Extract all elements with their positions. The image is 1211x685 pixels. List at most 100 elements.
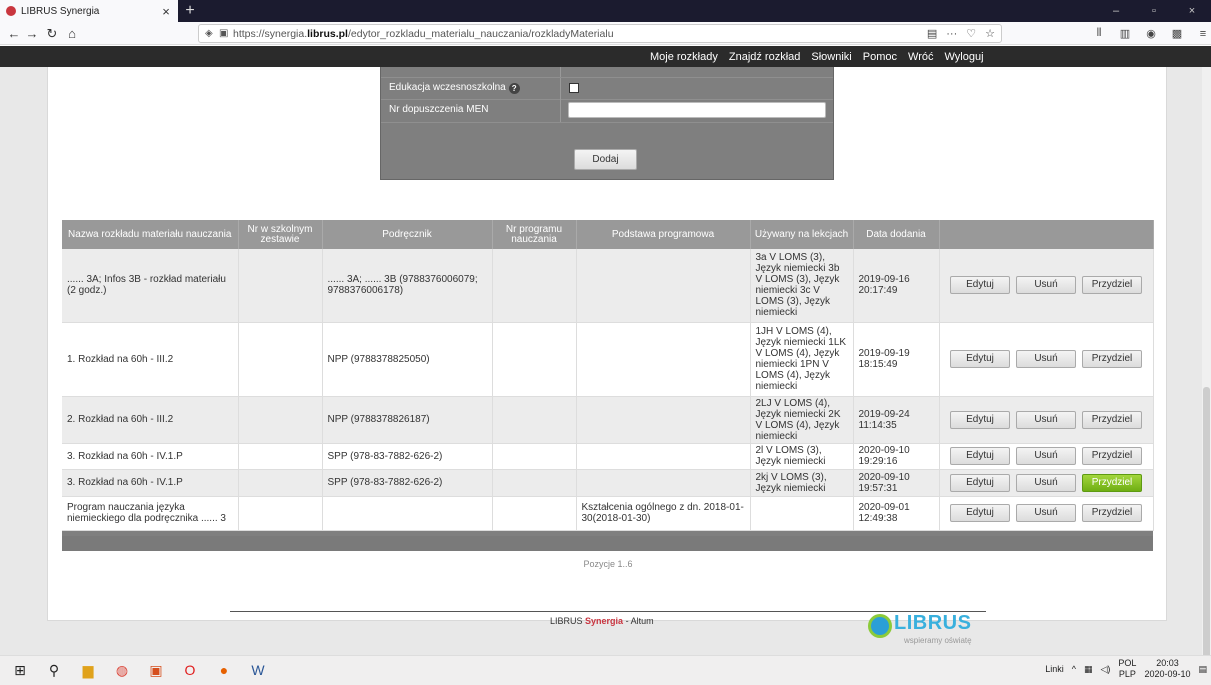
- browser-tab[interactable]: LIBRUS Synergia ×: [0, 0, 178, 22]
- assign-button[interactable]: Przydziel: [1082, 276, 1142, 295]
- page-scrollbar[interactable]: [1202, 67, 1211, 655]
- assign-button[interactable]: Przydziel: [1082, 350, 1142, 368]
- row-curriculum: [576, 443, 751, 470]
- maximize-button[interactable]: ▫: [1135, 0, 1173, 22]
- edit-button[interactable]: Edytuj: [950, 504, 1010, 522]
- row-date: 2019-09-19 18:15:49: [853, 322, 940, 397]
- assign-button[interactable]: Przydziel: [1082, 447, 1142, 465]
- delete-button[interactable]: Usuń: [1016, 447, 1076, 465]
- sidebar-icon[interactable]: ▥: [1116, 27, 1134, 40]
- network-icon[interactable]: ▦: [1084, 664, 1093, 675]
- edit-button[interactable]: Edytuj: [950, 410, 1010, 429]
- word-icon[interactable]: W: [250, 662, 266, 678]
- notifications-icon[interactable]: ▤: [1198, 664, 1207, 675]
- row-set-number: [238, 443, 323, 470]
- menu-item-moje-rozklady[interactable]: Moje rozkłady: [650, 51, 718, 63]
- firefox-icon[interactable]: ●: [216, 662, 232, 678]
- account-icon[interactable]: ◉: [1142, 27, 1160, 40]
- table-row: 3. Rozkład na 60h - IV.1.P SPP (978-83-78…: [62, 469, 1154, 497]
- assign-button[interactable]: Przydziel: [1082, 410, 1142, 429]
- row-name: 2. Rozkład na 60h - III.2: [62, 396, 239, 444]
- form-row-edukacja: Edukacja wczesnoszkolna?: [381, 78, 833, 99]
- new-tab-button[interactable]: +: [182, 1, 198, 21]
- table-row: 2. Rozkład na 60h - III.2 NPP (9788378826…: [62, 396, 1154, 444]
- top-menu-bar: Moje rozkłady Znajdź rozkład Słowniki Po…: [0, 46, 1211, 67]
- table-footer: [62, 536, 1153, 551]
- system-tray: Linki ^ ▦ ◁) POL PLP 20:03 2020-09-10 ▤: [1045, 658, 1207, 680]
- table-row: ...... 3A; Infos 3B - rozkład materiału …: [62, 249, 1154, 323]
- hamburger-menu-icon[interactable]: ≡: [1194, 28, 1211, 40]
- office-icon[interactable]: ▣: [148, 662, 164, 678]
- col-header-set-number: Nr w szkolnym zestawie: [238, 220, 323, 249]
- form-column-divider: [560, 78, 561, 122]
- windows-taskbar: ⊞ ⚲ ▆ ◍ ▣ O ● W Linki ^ ▦ ◁) POL PLP 20:0…: [0, 655, 1211, 685]
- reader-view-icon[interactable]: ▤: [927, 27, 937, 40]
- close-window-button[interactable]: ×: [1173, 0, 1211, 22]
- edit-button[interactable]: Edytuj: [950, 447, 1010, 465]
- address-bar[interactable]: ◈ ▣ https://synergia.librus.pl/edytor_ro…: [198, 24, 1002, 43]
- extension-icon[interactable]: ▩: [1168, 27, 1186, 40]
- chrome-icon[interactable]: ◍: [114, 662, 130, 678]
- library-icon[interactable]: ⫴: [1090, 27, 1108, 40]
- librus-favicon-icon: [6, 6, 16, 16]
- scrollbar-thumb[interactable]: [1203, 387, 1210, 655]
- row-curriculum: [576, 469, 751, 497]
- row-set-number: [238, 496, 323, 531]
- delete-button[interactable]: Usuń: [1016, 350, 1076, 368]
- edit-button[interactable]: Edytuj: [950, 473, 1010, 492]
- clock[interactable]: 20:03 2020-09-10: [1144, 658, 1190, 680]
- pocket-icon[interactable]: ♡: [966, 27, 976, 40]
- page-actions-menu-icon[interactable]: ···: [946, 28, 957, 40]
- col-header-lessons: Używany na lekcjach: [750, 220, 854, 249]
- row-set-number: [238, 396, 323, 444]
- footer-credit: LIBRUS Synergia - Altum: [550, 616, 654, 626]
- row-curriculum: Kształcenia ogólnego z dn. 2018-01-30(20…: [576, 496, 751, 531]
- menu-item-znajdz-rozklad[interactable]: Znajdź rozkład: [729, 51, 801, 63]
- col-header-curriculum: Podstawa programowa: [576, 220, 751, 249]
- row-date: 2019-09-24 11:14:35: [853, 396, 940, 444]
- windows-start-icon[interactable]: ⊞: [12, 662, 28, 678]
- window-controls: – ▫ ×: [1097, 0, 1211, 22]
- input-language[interactable]: POL PLP: [1118, 658, 1136, 680]
- logo-name: LIBRUS: [894, 612, 972, 634]
- row-textbook: [322, 496, 493, 531]
- minimize-button[interactable]: –: [1097, 0, 1135, 22]
- col-header-actions: [939, 220, 1154, 249]
- opera-icon[interactable]: O: [182, 662, 198, 678]
- delete-button[interactable]: Usuń: [1016, 276, 1076, 295]
- taskbar-apps: ⊞ ⚲ ▆ ◍ ▣ O ● W: [12, 662, 266, 678]
- row-name: 1. Rozkład na 60h - III.2: [62, 322, 239, 397]
- back-icon[interactable]: ←: [4, 24, 24, 43]
- forward-icon[interactable]: →: [22, 24, 42, 43]
- delete-button[interactable]: Usuń: [1016, 473, 1076, 492]
- search-icon[interactable]: ⚲: [46, 662, 62, 678]
- add-button[interactable]: Dodaj: [574, 149, 637, 170]
- assign-button[interactable]: Przydziel: [1082, 504, 1142, 522]
- delete-button[interactable]: Usuń: [1016, 410, 1076, 429]
- help-icon[interactable]: ?: [508, 83, 520, 94]
- links-toolbar[interactable]: Linki: [1045, 664, 1064, 674]
- row-actions: Edytuj Usuń Przydziel: [939, 469, 1154, 497]
- menu-item-slowniki[interactable]: Słowniki: [811, 51, 851, 63]
- form-column-divider: [560, 67, 561, 77]
- men-number-input[interactable]: [568, 102, 826, 118]
- col-header-name: Nazwa rozkładu materiału nauczania: [62, 220, 239, 249]
- assign-button[interactable]: Przydziel: [1082, 473, 1142, 492]
- home-icon[interactable]: ⌂: [62, 24, 82, 43]
- edit-button[interactable]: Edytuj: [950, 276, 1010, 295]
- reload-icon[interactable]: ↻: [42, 24, 62, 43]
- delete-button[interactable]: Usuń: [1016, 504, 1076, 522]
- menu-item-wroc[interactable]: Wróć: [908, 51, 933, 63]
- menu-item-wyloguj[interactable]: Wyloguj: [944, 51, 983, 63]
- tab-close-icon[interactable]: ×: [158, 4, 174, 19]
- schedules-table: Nazwa rozkładu materiału nauczania Nr w …: [62, 220, 1154, 551]
- edit-button[interactable]: Edytuj: [950, 350, 1010, 368]
- bookmark-star-icon[interactable]: ☆: [985, 27, 995, 40]
- menu-item-pomoc[interactable]: Pomoc: [863, 51, 897, 63]
- file-explorer-icon[interactable]: ▆: [80, 662, 96, 678]
- tray-expand-icon[interactable]: ^: [1072, 664, 1076, 674]
- pagination-info: Pozycje 1..6: [583, 559, 633, 569]
- volume-icon[interactable]: ◁): [1101, 664, 1111, 675]
- table-header-row: Nazwa rozkładu materiału nauczania Nr w …: [62, 220, 1154, 249]
- edukacja-checkbox[interactable]: [569, 83, 579, 93]
